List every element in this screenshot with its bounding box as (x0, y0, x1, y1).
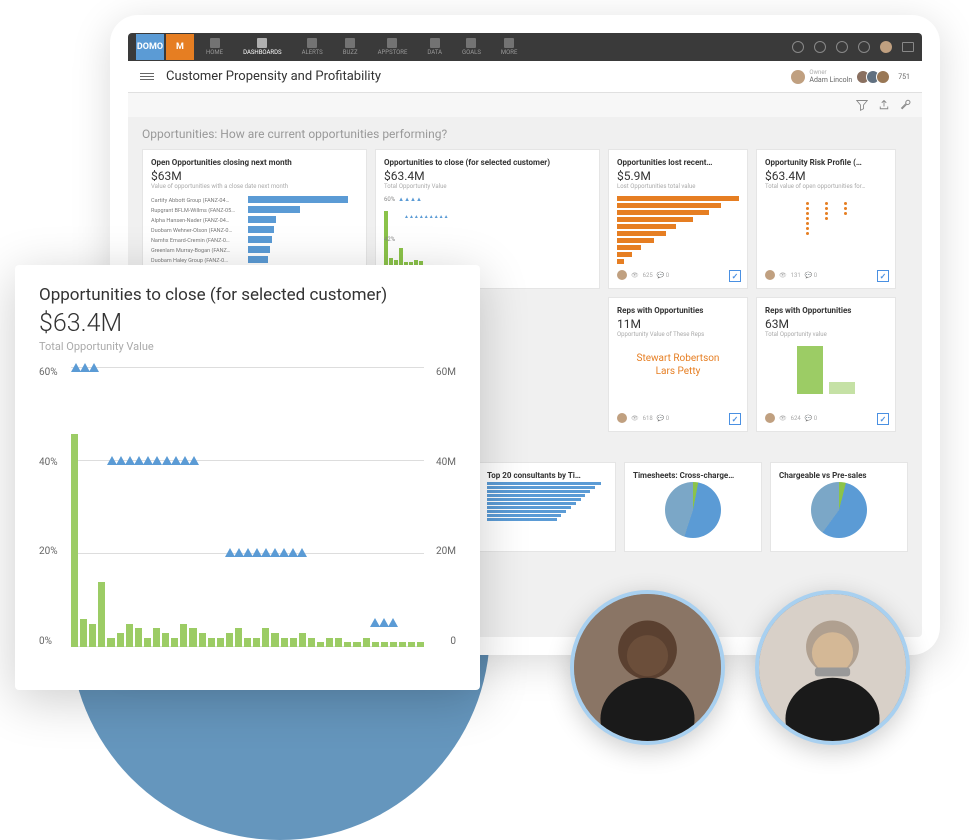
menu-icon[interactable] (140, 73, 154, 80)
nav-alerts[interactable]: ALERTS (292, 38, 333, 56)
card-opps-lost[interactable]: Opportunities lost recent… $5.9M Lost Op… (608, 149, 748, 289)
follower-avatars[interactable] (860, 70, 890, 84)
card-top20b[interactable]: Top 20 consultants by Ti… (478, 462, 616, 552)
domo-logo[interactable]: DOMO (136, 34, 164, 60)
search-icon[interactable] (792, 41, 804, 53)
person-avatar-1 (570, 590, 725, 745)
apps-icon[interactable] (902, 42, 914, 52)
card-risk-profile[interactable]: Opportunity Risk Profile (… $63.4M Total… (756, 149, 896, 289)
chart-value: $63.4M (39, 309, 456, 338)
user-avatar[interactable] (880, 41, 892, 53)
card-reps-2[interactable]: Reps with Opportunities 63M Total Opport… (756, 297, 896, 432)
nav-data[interactable]: DATA (417, 38, 452, 56)
m-logo[interactable]: M (166, 34, 194, 60)
nav-buzz[interactable]: BUZZ (333, 38, 368, 56)
nav-dashboards[interactable]: DASHBOARDS (233, 38, 292, 56)
owner-info[interactable]: OwnerAdam Lincoln (791, 69, 852, 84)
card-reps-1[interactable]: Reps with Opportunities 11M Opportunity … (608, 297, 748, 432)
nav-goals[interactable]: GOALS (452, 38, 491, 56)
owner-avatar (791, 70, 805, 84)
follower-count: 751 (898, 73, 910, 81)
wrench-icon[interactable] (900, 99, 912, 111)
filter-icon[interactable] (856, 99, 868, 111)
page-header: Customer Propensity and Profitability Ow… (128, 61, 922, 93)
section-title-1: Opportunities: How are current opportuni… (142, 127, 908, 141)
filter-bar (128, 93, 922, 117)
add-icon[interactable] (814, 41, 826, 53)
card-chargeable[interactable]: Chargeable vs Pre-sales (770, 462, 908, 552)
verified-icon: ✓ (729, 270, 741, 282)
person-avatar-2 (755, 590, 910, 745)
nav-home[interactable]: HOME (196, 38, 233, 56)
verified-icon: ✓ (877, 413, 889, 425)
top-nav: DOMO M HOMEDASHBOARDSALERTSBUZZAPPSTORED… (128, 33, 922, 61)
nav-appstore[interactable]: APPSTORE (368, 38, 418, 56)
verified-icon: ✓ (729, 413, 741, 425)
chart-subtitle: Total Opportunity Value (39, 340, 456, 353)
chart-title: Opportunities to close (for selected cus… (39, 285, 456, 305)
page-title: Customer Propensity and Profitability (166, 69, 381, 84)
share-icon[interactable] (878, 99, 890, 111)
notification-icon[interactable] (858, 41, 870, 53)
help-icon[interactable] (836, 41, 848, 53)
nav-more[interactable]: MORE (491, 38, 527, 56)
verified-icon: ✓ (877, 270, 889, 282)
chart-plot: 60%40%20%0% 60M40M20M0 (39, 367, 456, 667)
floating-chart-card: Opportunities to close (for selected cus… (15, 265, 480, 690)
card-timesheets[interactable]: Timesheets: Cross-charge… (624, 462, 762, 552)
